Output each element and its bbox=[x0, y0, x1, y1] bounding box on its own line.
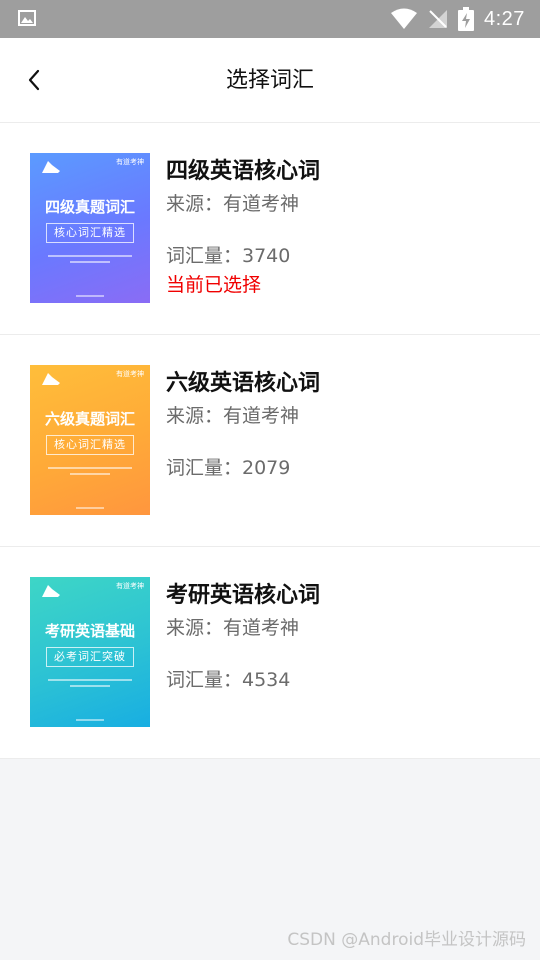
book-name: 四级英语核心词 bbox=[166, 159, 321, 184]
cover-title: 考研英语基础 bbox=[44, 622, 135, 640]
status-time: 4:27 bbox=[484, 8, 525, 30]
status-bar: 4:27 bbox=[0, 0, 540, 38]
cover-brand: 有道考神 bbox=[116, 158, 144, 166]
battery-charging-icon bbox=[458, 7, 474, 31]
book-source: 来源：有道考神 bbox=[166, 405, 300, 427]
book-cover: 有道考神 考研英语基础 必考词汇突破 bbox=[30, 577, 150, 727]
list-item-cet6[interactable]: 有道考神 六级真题词汇 核心词汇精选 六级英语核心词 来源：有道考神 词汇量：2… bbox=[0, 335, 540, 547]
image-icon bbox=[18, 10, 36, 26]
signal-off-icon bbox=[429, 10, 447, 28]
brand-logo-icon bbox=[42, 373, 60, 385]
cover-footer bbox=[76, 719, 104, 721]
cover-footer bbox=[76, 295, 104, 297]
book-cover: 有道考神 四级真题词汇 核心词汇精选 bbox=[30, 153, 150, 303]
cover-brand: 有道考神 bbox=[116, 582, 144, 590]
cover-brand: 有道考神 bbox=[116, 370, 144, 378]
list-item-kaoyan[interactable]: 有道考神 考研英语基础 必考词汇突破 考研英语核心词 来源：有道考神 词汇量：4… bbox=[0, 547, 540, 759]
book-source: 来源：有道考神 bbox=[166, 193, 300, 215]
app-bar: 选择词汇 bbox=[0, 38, 540, 123]
cover-title: 六级真题词汇 bbox=[44, 410, 135, 428]
cover-footer bbox=[76, 507, 104, 509]
cover-decoration bbox=[48, 467, 132, 479]
cover-decoration bbox=[48, 255, 132, 267]
book-name: 考研英语核心词 bbox=[166, 583, 321, 608]
brand-logo-icon bbox=[42, 161, 60, 173]
cover-subtitle: 核心词汇精选 bbox=[46, 435, 134, 455]
cover-title: 四级真题词汇 bbox=[44, 198, 135, 216]
book-word-count: 词汇量：2079 bbox=[166, 457, 291, 479]
list-item-cet4[interactable]: 有道考神 四级真题词汇 核心词汇精选 四级英语核心词 来源：有道考神 词汇量：3… bbox=[0, 123, 540, 335]
cover-decoration bbox=[48, 679, 132, 691]
wifi-icon bbox=[391, 8, 417, 29]
book-source: 来源：有道考神 bbox=[166, 617, 300, 639]
book-word-count: 词汇量：3740 bbox=[166, 245, 291, 267]
page-title: 选择词汇 bbox=[225, 68, 314, 93]
book-word-count: 词汇量：4534 bbox=[166, 669, 291, 691]
book-name: 六级英语核心词 bbox=[166, 371, 321, 396]
cover-subtitle: 核心词汇精选 bbox=[46, 223, 134, 243]
selected-indicator: 当前已选择 bbox=[166, 274, 262, 296]
watermark: CSDN @Android毕业设计源码 bbox=[287, 930, 526, 950]
cover-subtitle: 必考词汇突破 bbox=[46, 647, 134, 667]
book-cover: 有道考神 六级真题词汇 核心词汇精选 bbox=[30, 365, 150, 515]
vocabulary-list: 有道考神 四级真题词汇 核心词汇精选 四级英语核心词 来源：有道考神 词汇量：3… bbox=[0, 123, 540, 759]
brand-logo-icon bbox=[42, 585, 60, 597]
